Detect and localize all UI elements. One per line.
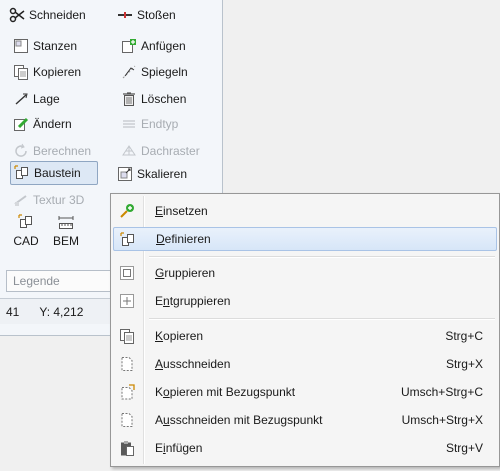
roof-grid-icon	[121, 143, 137, 159]
roof-grid-label: Dachraster	[141, 144, 200, 158]
menu-item-cut[interactable]: Ausschneiden Strg+X	[113, 352, 497, 376]
copy-icon	[119, 328, 135, 344]
shortcut-label: Umsch+Strg+X	[401, 413, 483, 427]
shortcut-label: Umsch+Strg+C	[400, 385, 483, 399]
bem-label: BEM	[52, 234, 79, 248]
append-label: Anfügen	[141, 39, 186, 53]
delete-button[interactable]: Löschen	[118, 88, 189, 110]
cad-icon	[18, 214, 34, 230]
join-button[interactable]: Stoßen	[114, 4, 179, 26]
block-icon	[120, 232, 136, 248]
menu-item-label: Kopieren	[155, 329, 204, 343]
status-y-value: Y: 4,212	[39, 304, 84, 319]
edit-label: Ändern	[33, 117, 72, 131]
roof-grid-button: Dachraster	[118, 140, 203, 162]
block-button[interactable]: Baustein	[10, 161, 98, 185]
edit-icon	[13, 116, 29, 132]
menu-item-copy[interactable]: Kopieren Strg+C	[113, 324, 497, 348]
scissors-icon	[9, 7, 25, 23]
dimension-icon	[58, 214, 74, 230]
cut-button[interactable]: Schneiden	[6, 4, 89, 26]
menu-item-cut-with-reference[interactable]: Ausschneiden mit Bezugspunkt Umsch+Strg+…	[113, 408, 497, 432]
punch-label: Stanzen	[33, 39, 78, 53]
calculate-icon	[13, 143, 29, 159]
menu-item-define[interactable]: Definieren	[113, 227, 497, 251]
cad-label: CAD	[13, 234, 39, 248]
copy-reference-icon	[119, 384, 135, 400]
cut-label: Schneiden	[29, 8, 86, 22]
calculate-button: Berechnen	[10, 140, 94, 162]
append-icon	[121, 38, 137, 54]
context-menu: Einsetzen Definieren Gruppieren Entgrupp…	[110, 193, 500, 467]
texture-label: Textur 3D	[33, 193, 85, 207]
copy-button[interactable]: Kopieren	[10, 61, 84, 83]
append-button[interactable]: Anfügen	[118, 35, 189, 57]
menu-item-label: Einfügen	[155, 441, 203, 455]
ungroup-icon	[119, 293, 135, 309]
copy-label: Kopieren	[33, 65, 82, 79]
shortcut-label: Strg+X	[445, 357, 483, 371]
shortcut-label: Strg+C	[445, 329, 483, 343]
insert-icon	[119, 203, 135, 219]
endtype-label: Endtyp	[141, 117, 179, 131]
bem-button[interactable]: BEM	[46, 214, 86, 248]
legend-placeholder: Legende	[13, 274, 60, 288]
menu-item-label: Gruppieren	[155, 266, 216, 280]
menu-item-label: Entgruppieren	[155, 294, 231, 308]
edit-button[interactable]: Ändern	[10, 113, 75, 135]
menu-separator	[149, 256, 495, 258]
clipboard-icon	[119, 440, 135, 456]
join-label: Stoßen	[137, 8, 176, 22]
mirror-label: Spiegeln	[141, 65, 188, 79]
position-icon	[13, 91, 29, 107]
trash-icon	[121, 91, 137, 107]
calculate-label: Berechnen	[33, 144, 92, 158]
position-label: Lage	[33, 92, 60, 106]
menu-separator	[149, 318, 495, 320]
menu-item-label: Einsetzen	[155, 204, 208, 218]
scale-icon	[117, 166, 133, 182]
scale-label: Skalieren	[137, 167, 188, 181]
block-icon	[14, 165, 30, 181]
block-label: Baustein	[34, 166, 81, 180]
mirror-button[interactable]: Spiegeln	[118, 61, 191, 83]
menu-item-label: Ausschneiden mit Bezugspunkt	[155, 413, 323, 427]
menu-item-label: Ausschneiden	[155, 357, 231, 371]
menu-item-label: Definieren	[156, 232, 211, 246]
punch-icon	[13, 38, 29, 54]
cut-doc-icon	[119, 356, 135, 372]
menu-item-label: Kopieren mit Bezugspunkt	[155, 385, 296, 399]
cut-reference-icon	[119, 412, 135, 428]
texture-icon	[13, 192, 29, 208]
copy-icon	[13, 64, 29, 80]
join-icon	[117, 7, 133, 23]
status-left-value: 41	[6, 304, 20, 319]
shortcut-label: Strg+V	[445, 441, 483, 455]
texture-button: Textur 3D	[10, 189, 87, 211]
menu-item-group[interactable]: Gruppieren	[113, 261, 497, 285]
menu-item-insert[interactable]: Einsetzen	[113, 199, 497, 223]
menu-item-copy-with-reference[interactable]: Kopieren mit Bezugspunkt Umsch+Strg+C	[113, 380, 497, 404]
delete-label: Löschen	[141, 92, 187, 106]
menu-item-paste[interactable]: Einfügen Strg+V	[113, 436, 497, 460]
menu-item-ungroup[interactable]: Entgruppieren	[113, 289, 497, 313]
position-button[interactable]: Lage	[10, 88, 63, 110]
group-icon	[119, 265, 135, 281]
scale-button[interactable]: Skalieren	[114, 163, 190, 185]
cad-button[interactable]: CAD	[6, 214, 46, 248]
endtype-icon	[121, 116, 137, 132]
mirror-icon	[121, 64, 137, 80]
endtype-button: Endtyp	[118, 113, 181, 135]
punch-button[interactable]: Stanzen	[10, 35, 80, 57]
